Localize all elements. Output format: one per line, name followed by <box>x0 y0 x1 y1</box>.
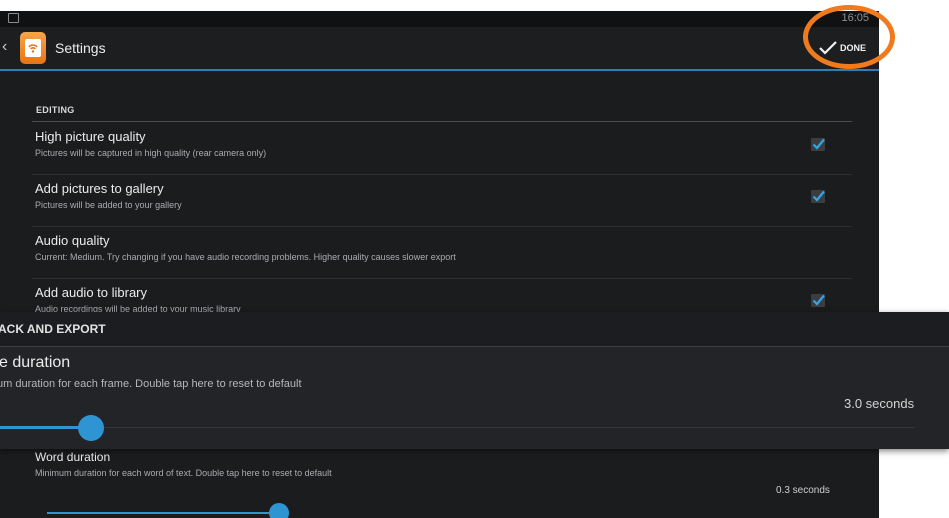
word-duration-slider-thumb[interactable] <box>269 503 289 518</box>
done-highlight-circle <box>803 5 895 69</box>
pref-title: Audio quality <box>35 233 110 248</box>
zoomed-frame-duration-panel: ACK AND EXPORT e duration um duration fo… <box>0 312 949 449</box>
pref-word-duration[interactable]: Word duration Minimum duration for each … <box>32 444 852 518</box>
action-bar: ‹ Settings DONE <box>0 27 879 71</box>
pref-title: Add audio to library <box>35 285 148 300</box>
gallery-checkbox[interactable] <box>811 190 825 203</box>
pref-high-picture-quality[interactable]: High picture quality Pictures will be ca… <box>32 122 852 175</box>
pref-summary: Minimum duration for each word of text. … <box>35 468 332 478</box>
frame-duration-slider-thumb[interactable] <box>78 415 104 441</box>
pref-audio-quality[interactable]: Audio quality Current: Medium. Try chang… <box>32 226 852 279</box>
section-header-text: ACK AND EXPORT <box>0 322 106 336</box>
app-icon[interactable] <box>20 32 46 64</box>
pref-title: Word duration <box>35 450 111 464</box>
word-duration-slider-track[interactable] <box>47 512 282 514</box>
notification-icon <box>8 13 19 23</box>
pref-summary: Pictures will be captured in high qualit… <box>35 148 267 158</box>
slider-rest-line <box>104 427 914 428</box>
pref-title: Add pictures to gallery <box>35 181 164 196</box>
word-duration-value: 0.3 seconds <box>776 485 830 496</box>
status-bar: 16:05 <box>0 11 879 27</box>
frame-duration-value: 3.0 seconds <box>844 396 915 411</box>
section-header-editing: EDITING <box>36 105 75 115</box>
pref-summary: Pictures will be added to your gallery <box>35 200 182 210</box>
frame-duration-title: e duration <box>0 354 71 371</box>
frame-duration-summary: um duration for each frame. Double tap h… <box>0 378 302 390</box>
pref-summary: Current: Medium. Try changing if you hav… <box>35 252 456 262</box>
section-header-playback-export: ACK AND EXPORT <box>0 312 949 347</box>
audio-library-checkbox[interactable] <box>811 294 825 307</box>
pref-add-pictures-to-gallery[interactable]: Add pictures to gallery Pictures will be… <box>32 174 852 227</box>
high-quality-checkbox[interactable] <box>811 138 825 151</box>
back-chevron-icon[interactable]: ‹ <box>2 38 7 56</box>
page-title: Settings <box>55 40 106 56</box>
pref-title: High picture quality <box>35 129 146 144</box>
